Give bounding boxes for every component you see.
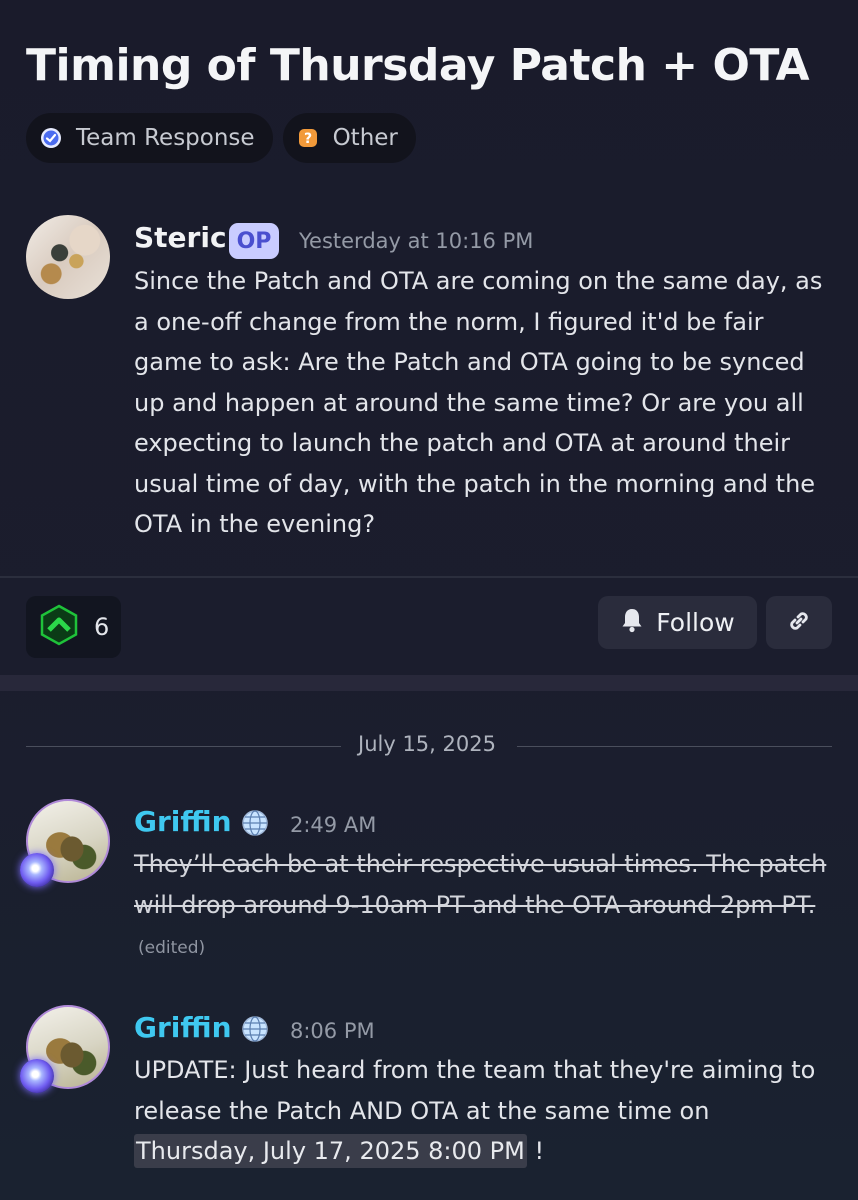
tag-label: Team Response xyxy=(76,125,255,151)
section-separator xyxy=(0,675,858,691)
author-name[interactable]: Griffin xyxy=(134,805,232,838)
upvote-button[interactable]: 6 xyxy=(26,596,121,658)
date-separator-label: July 15, 2025 xyxy=(358,732,496,756)
follow-label: Follow xyxy=(656,608,735,637)
divider xyxy=(0,576,858,578)
reply-body: UPDATE: Just heard from the team that th… xyxy=(134,1050,834,1172)
globe-icon xyxy=(240,808,270,838)
upvote-icon xyxy=(38,604,80,650)
author-name[interactable]: Steric xyxy=(134,221,227,254)
tag-other[interactable]: ? Other xyxy=(282,113,416,163)
gem-badge-icon xyxy=(20,853,54,887)
reply-timestamp: 2:49 AM xyxy=(290,813,377,837)
op-badge: OP xyxy=(229,223,279,259)
reply-text: UPDATE: Just heard from the team that th… xyxy=(134,1056,816,1125)
question-badge-icon: ? xyxy=(297,127,319,149)
reply-text: They’ll each be at their respective usua… xyxy=(134,850,827,919)
timestamp-mention[interactable]: Thursday, July 17, 2025 8:00 PM xyxy=(134,1134,527,1168)
date-separator-line xyxy=(517,746,832,747)
avatar[interactable] xyxy=(26,215,110,299)
edited-label: (edited) xyxy=(138,938,206,958)
link-icon xyxy=(785,607,813,639)
date-separator: July 15, 2025 xyxy=(0,732,858,762)
tag-list: Team Response ? Other xyxy=(26,113,416,163)
post-timestamp: Yesterday at 10:16 PM xyxy=(299,229,534,253)
reply-body: They’ll each be at their respective usua… xyxy=(134,844,834,969)
copy-link-button[interactable] xyxy=(766,596,832,649)
gem-badge-icon xyxy=(20,1059,54,1093)
post-body: Since the Patch and OTA are coming on th… xyxy=(134,267,823,538)
upvote-count: 6 xyxy=(94,613,110,641)
tag-team-response[interactable]: Team Response xyxy=(26,113,273,163)
check-badge-icon xyxy=(40,127,62,149)
bell-icon xyxy=(620,607,644,639)
follow-button[interactable]: Follow xyxy=(598,596,757,649)
svg-text:?: ? xyxy=(304,131,312,147)
globe-icon xyxy=(240,1014,270,1044)
thread-title: Timing of Thursday Patch + OTA xyxy=(26,40,810,91)
reply-text-end: ! xyxy=(526,1137,545,1165)
reply-timestamp: 8:06 PM xyxy=(290,1019,375,1043)
tag-label: Other xyxy=(332,125,398,151)
author-name[interactable]: Griffin xyxy=(134,1011,232,1044)
date-separator-line xyxy=(26,746,341,747)
